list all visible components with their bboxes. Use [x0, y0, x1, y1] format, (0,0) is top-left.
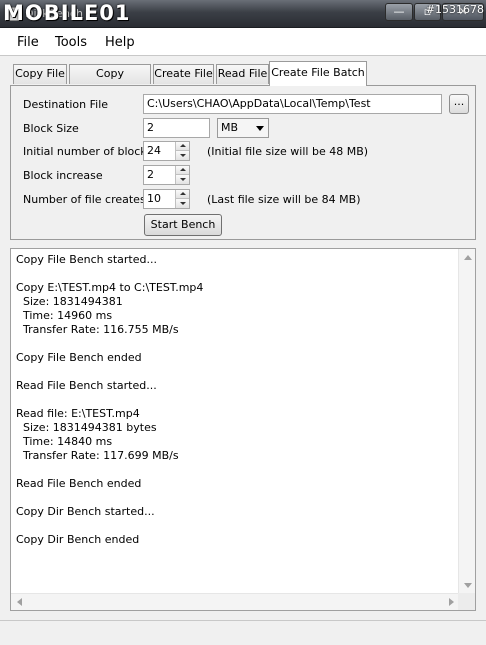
start-bench-button[interactable]: Start Bench — [144, 214, 222, 236]
block-increase-value: 2 — [147, 168, 154, 181]
horizontal-scrollbar[interactable] — [11, 593, 460, 610]
log-lines: Copy File Bench started... Copy E:\TEST.m… — [16, 253, 456, 547]
block-size-input[interactable]: 2 — [143, 118, 210, 138]
log-line: Size: 1831494381 bytes — [16, 421, 157, 434]
spin-up-icon[interactable] — [175, 166, 189, 175]
log-output[interactable]: Copy File Bench started... Copy E:\TEST.m… — [10, 248, 476, 611]
log-line: Read file: E:\TEST.mp4 — [16, 407, 140, 420]
menu-bar: File Tools Help — [0, 28, 486, 56]
destination-label: Destination File — [23, 98, 109, 111]
spin-down-icon[interactable] — [175, 151, 189, 160]
block-increase-stepper[interactable]: 2 — [143, 165, 190, 185]
vertical-scrollbar[interactable] — [458, 249, 475, 594]
tab-create-file[interactable]: Create File — [153, 64, 214, 84]
tab-copy-file[interactable]: Copy File — [13, 64, 67, 84]
log-line: Time: 14840 ms — [16, 435, 113, 448]
initial-blocks-value: 24 — [147, 144, 161, 157]
file-creates-value: 10 — [147, 192, 161, 205]
file-creates-label: Number of file creates — [23, 193, 146, 206]
initial-blocks-label: Initial number of blocks — [23, 145, 153, 158]
create-file-batch-panel: Destination File C:\Users\CHAO\AppData\L… — [10, 85, 476, 240]
log-line: Transfer Rate: 116.755 MB/s — [16, 323, 179, 336]
minimize-icon: — — [393, 5, 405, 18]
initial-size-note: (Initial file size will be 48 MB) — [207, 145, 369, 158]
scroll-left-icon[interactable] — [17, 598, 22, 606]
scroll-up-icon[interactable] — [464, 255, 472, 260]
chevron-down-icon — [256, 126, 264, 131]
log-line: Time: 14960 ms — [16, 309, 113, 322]
log-line: Copy File Bench ended — [16, 351, 142, 364]
log-line: Transfer Rate: 117.699 MB/s — [16, 449, 179, 462]
image-id-watermark: #1531678 — [425, 3, 484, 16]
block-unit-select[interactable]: MB — [217, 118, 269, 138]
menu-tools[interactable]: Tools — [55, 35, 87, 50]
spin-up-icon[interactable] — [175, 190, 189, 199]
status-bar — [0, 620, 486, 645]
log-line: Size: 1831494381 — [16, 295, 123, 308]
block-increase-label: Block increase — [23, 169, 103, 182]
block-size-label: Block Size — [23, 122, 79, 135]
browse-button[interactable]: ... — [449, 94, 469, 114]
log-line: Read File Bench started... — [16, 379, 157, 392]
log-line: Copy File Bench started... — [16, 253, 157, 266]
scroll-corner — [458, 593, 475, 610]
title-bar[interactable]: DiskBench MOBILE01 — ▫ ✕ #1531678 — [0, 0, 486, 28]
log-line: Copy Dir Bench started... — [16, 505, 155, 518]
tab-strip: Copy File Copy Directory Create File Rea… — [0, 56, 486, 98]
tab-copy-directory[interactable]: Copy Directory — [69, 64, 151, 98]
log-line: Read File Bench ended — [16, 477, 142, 490]
spin-down-icon[interactable] — [175, 175, 189, 184]
scroll-right-icon[interactable] — [449, 598, 454, 606]
menu-help[interactable]: Help — [105, 35, 135, 50]
spin-up-icon[interactable] — [175, 142, 189, 151]
destination-input[interactable]: C:\Users\CHAO\AppData\Local\Temp\Test — [143, 94, 442, 114]
tab-read-file[interactable]: Read File — [216, 64, 269, 84]
watermark-logo: MOBILE01 — [3, 1, 131, 25]
log-line: Copy Dir Bench ended — [16, 533, 140, 546]
file-creates-stepper[interactable]: 10 — [143, 189, 190, 209]
minimize-button[interactable]: — — [385, 3, 413, 21]
tab-create-file-batch[interactable]: Create File Batch — [269, 61, 367, 86]
initial-blocks-stepper[interactable]: 24 — [143, 141, 190, 161]
block-unit-value: MB — [221, 121, 239, 134]
menu-file[interactable]: File — [17, 35, 39, 50]
scroll-down-icon[interactable] — [464, 583, 472, 588]
last-size-note: (Last file size will be 84 MB) — [207, 193, 361, 206]
log-line: Copy E:\TEST.mp4 to C:\TEST.mp4 — [16, 281, 204, 294]
spin-down-icon[interactable] — [175, 199, 189, 208]
